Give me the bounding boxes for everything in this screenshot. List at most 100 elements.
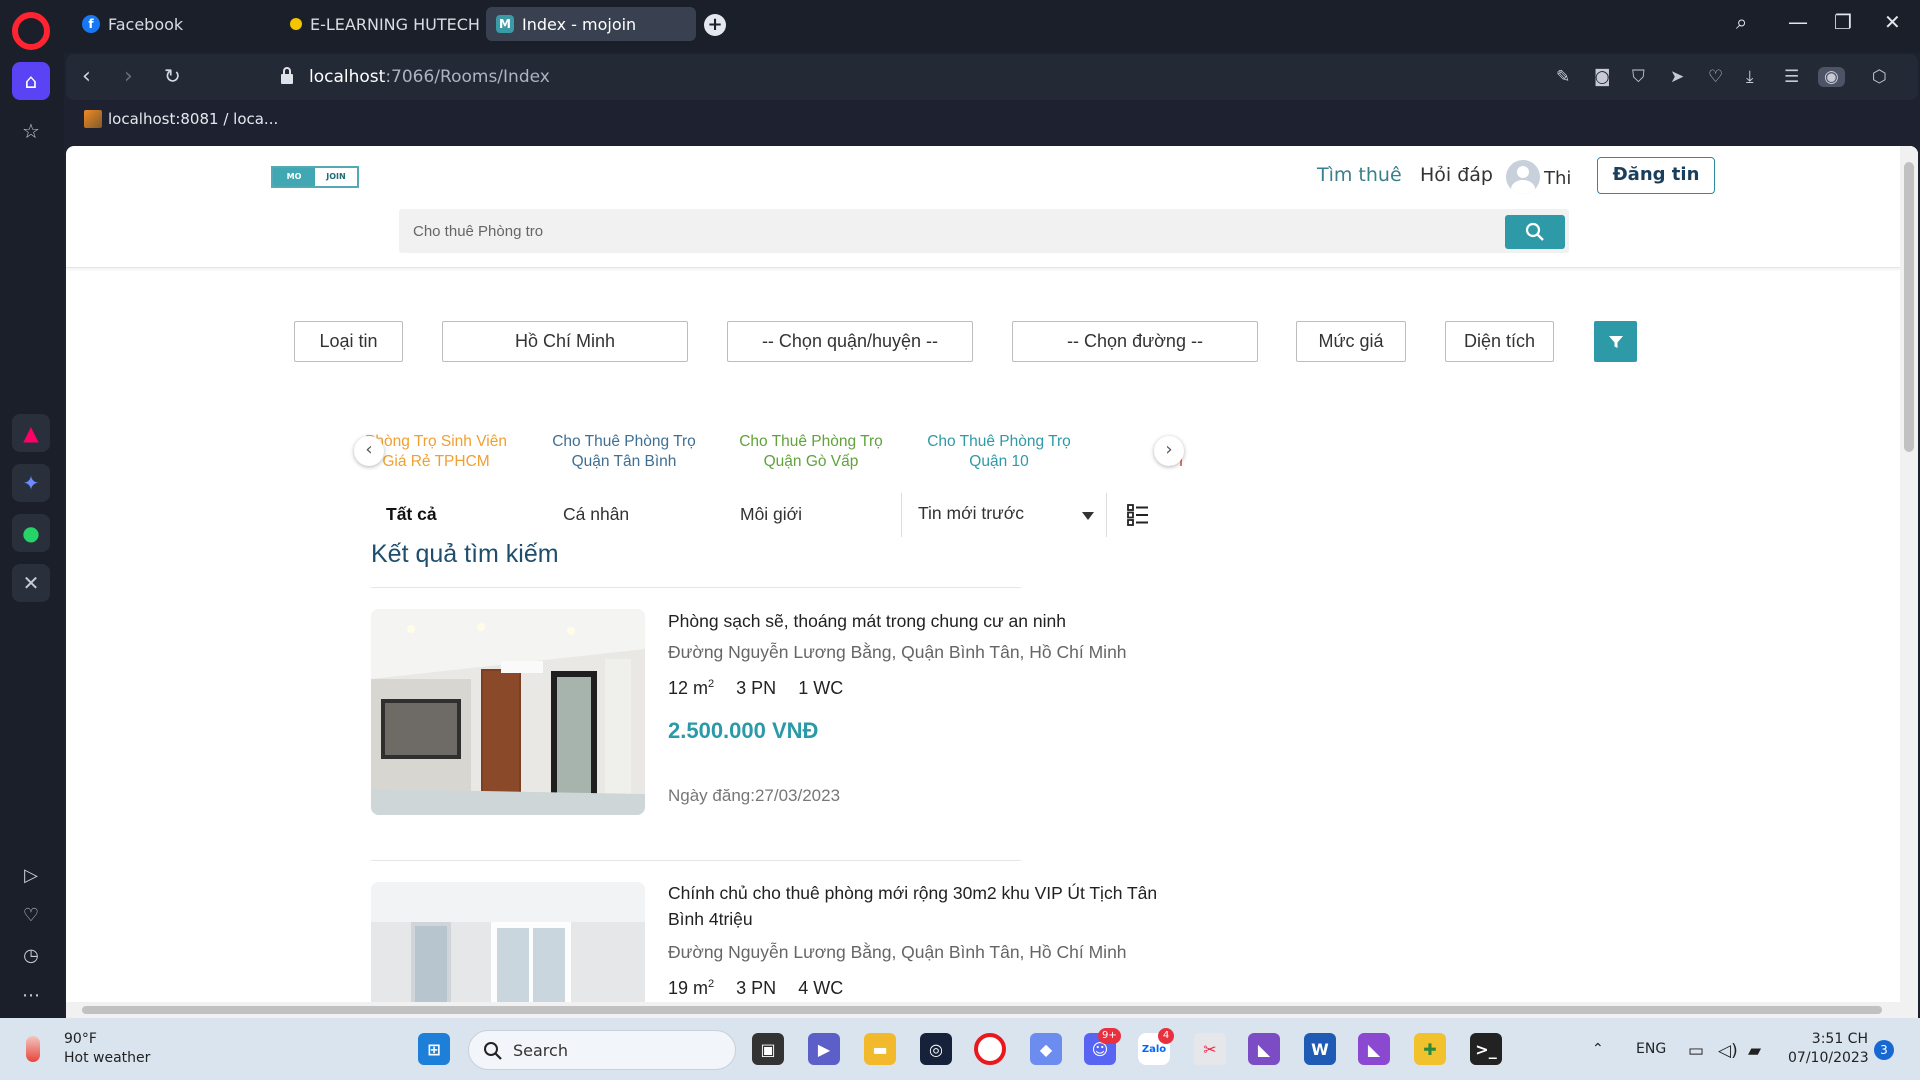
user-name[interactable]: Thi <box>1544 168 1571 189</box>
new-tab-button[interactable]: + <box>704 14 726 36</box>
tab-broker[interactable]: Môi giới <box>740 504 802 525</box>
taskbar-search[interactable]: Search <box>468 1030 736 1070</box>
network-icon[interactable]: ▭ <box>1688 1041 1704 1061</box>
zalo-badge: 4 <box>1158 1028 1174 1044</box>
scroll-thumb[interactable] <box>82 1006 1882 1014</box>
nav-rent[interactable]: Tìm thuê <box>1317 164 1402 186</box>
reload-icon[interactable]: ↻ <box>164 64 181 88</box>
thermometer-icon[interactable] <box>26 1036 40 1062</box>
messenger-icon[interactable]: ✦ <box>12 464 50 502</box>
star-icon[interactable]: ☆ <box>12 112 50 150</box>
tab-facebook[interactable]: f Facebook <box>72 7 272 41</box>
download-icon[interactable]: ⤓ <box>1746 67 1754 87</box>
camera-icon[interactable]: ◙ <box>1594 67 1611 87</box>
vertical-scrollbar[interactable] <box>1900 146 1918 1018</box>
teams-icon[interactable]: ▶ <box>808 1033 840 1065</box>
scroll-thumb[interactable] <box>1904 162 1914 452</box>
funnel-icon <box>1608 335 1623 348</box>
tab-mojoin[interactable]: M Index - mojoin <box>486 7 696 41</box>
category-item[interactable]: Cho Thuê Phòng Trọ Quận Gò Vấp <box>731 432 891 472</box>
search-button[interactable] <box>1505 215 1565 249</box>
battery-icon[interactable]: ▰ <box>1748 1041 1761 1061</box>
visual-studio-2-icon[interactable]: ◣ <box>1358 1033 1390 1065</box>
search-icon <box>1525 222 1544 241</box>
aria-icon[interactable]: ▲ <box>12 414 50 452</box>
site-logo[interactable]: MO JOIN <box>271 166 359 188</box>
forward-icon[interactable]: › <box>124 64 133 89</box>
tray-chevron-icon[interactable]: ⌃ <box>1592 1041 1604 1057</box>
listing-area: 12 m2 <box>668 678 715 698</box>
easy-setup-icon[interactable]: ☰ <box>1784 67 1799 87</box>
file-explorer-icon[interactable]: ▬ <box>864 1033 896 1065</box>
category-item[interactable]: Cho Thuê Phòng Trọ Quận 10 <box>919 432 1079 472</box>
carousel-next-button[interactable]: › <box>1154 436 1184 466</box>
tab-all[interactable]: Tất cả <box>386 504 437 525</box>
lock-icon <box>281 67 293 84</box>
volume-icon[interactable]: ◁) <box>1718 1041 1738 1061</box>
filter-street[interactable]: -- Chọn đường -- <box>1012 321 1258 362</box>
heart-icon[interactable]: ♡ <box>12 896 50 934</box>
player-icon[interactable]: ▷ <box>12 856 50 894</box>
carousel-prev-button[interactable]: ‹ <box>354 436 384 466</box>
listing-photo[interactable] <box>371 609 645 815</box>
restore-button[interactable]: ❐ <box>1834 10 1852 34</box>
post-listing-button[interactable]: Đăng tin <box>1597 157 1715 194</box>
search-input[interactable] <box>399 209 1509 253</box>
snapshot-edit-icon[interactable]: ✎ <box>1556 67 1570 87</box>
avatar[interactable] <box>1506 160 1540 194</box>
pycharm-icon[interactable]: ✚ <box>1414 1033 1446 1065</box>
close-window-button[interactable]: ✕ <box>1884 10 1901 34</box>
send-icon[interactable]: ➤ <box>1670 67 1684 87</box>
history-icon[interactable]: ◷ <box>12 936 50 974</box>
visual-studio-icon[interactable]: ◣ <box>1248 1033 1280 1065</box>
extensions-icon[interactable]: ⬡ <box>1872 67 1887 87</box>
opera-logo-icon[interactable] <box>12 12 50 50</box>
url-field[interactable]: localhost:7066/Rooms/Index <box>309 67 550 87</box>
profile-icon[interactable]: ◉ <box>1818 67 1845 87</box>
tab-elearning[interactable]: E-LEARNING HUTECH : [2 <box>280 7 480 41</box>
listing-wc: 1 WC <box>798 678 844 698</box>
horizontal-scrollbar[interactable] <box>66 1002 1900 1018</box>
listing-date: Ngày đăng:27/03/2023 <box>668 786 841 805</box>
steam-icon[interactable]: ◎ <box>920 1033 952 1065</box>
filter-price[interactable]: Mức giá <box>1296 321 1406 362</box>
language-indicator[interactable]: ENG <box>1636 1041 1666 1057</box>
word-icon[interactable]: W <box>1304 1033 1336 1065</box>
nav-faq[interactable]: Hỏi đáp <box>1420 164 1493 186</box>
weather-widget[interactable]: 90°F Hot weather <box>64 1030 150 1068</box>
notification-badge[interactable]: 3 <box>1874 1040 1894 1060</box>
heart-icon[interactable]: ♡ <box>1708 67 1723 87</box>
app-icon[interactable]: ◆ <box>1030 1033 1062 1065</box>
listing-specs: 19 m2 3 PN 4 WC <box>668 978 865 999</box>
filter-area[interactable]: Diện tích <box>1445 321 1554 362</box>
back-icon[interactable]: ‹ <box>82 64 91 89</box>
listing-photo[interactable] <box>371 882 645 1018</box>
list-view-icon[interactable] <box>1127 504 1149 526</box>
listing-title[interactable]: Chính chủ cho thuê phòng mới rộng 30m2 k… <box>668 880 1158 932</box>
clock[interactable]: 3:51 CH 07/10/2023 <box>1788 1030 1869 1068</box>
more-icon[interactable]: ⋯ <box>12 976 50 1014</box>
windows-start-icon[interactable]: ⊞ <box>418 1033 450 1065</box>
home-icon[interactable]: ⌂ <box>12 62 50 100</box>
search-tabs-icon[interactable]: ⌕ <box>1736 10 1747 34</box>
terminal-icon[interactable]: >_ <box>1470 1033 1502 1065</box>
task-view-icon[interactable]: ▣ <box>752 1033 784 1065</box>
filter-type[interactable]: Loại tin <box>294 321 403 362</box>
category-item[interactable]: Cho Thuê Phòng Trọ Quận Tân Bình <box>544 432 704 472</box>
shield-icon[interactable]: ⛉ <box>1632 67 1645 87</box>
filter-district[interactable]: -- Chọn quận/huyện -- <box>727 321 973 362</box>
apply-filter-button[interactable] <box>1594 321 1637 362</box>
whatsapp-icon[interactable]: ● <box>12 514 50 552</box>
listing-title[interactable]: Phòng sạch sẽ, thoáng mát trong chung cư… <box>668 608 1158 634</box>
minimize-button[interactable]: — <box>1788 10 1808 34</box>
x-twitter-icon[interactable]: ✕ <box>12 564 50 602</box>
filter-city[interactable]: Hồ Chí Minh <box>442 321 688 362</box>
web-viewport: MO JOIN Tìm thuê Hỏi đáp Thi Đăng tin Lo… <box>66 146 1918 1018</box>
bookmark-phpmyadmin[interactable]: localhost:8081 / loca... <box>84 110 278 128</box>
opera-taskbar-icon[interactable] <box>974 1033 1006 1065</box>
listing-bedrooms: 3 PN <box>736 978 777 998</box>
snipping-tool-icon[interactable]: ✂ <box>1194 1033 1226 1065</box>
sort-select[interactable]: Tin mới trước <box>901 493 1107 537</box>
listing-address: Đường Nguyễn Lương Bằng, Quận Bình Tân, … <box>668 942 1127 962</box>
tab-personal[interactable]: Cá nhân <box>563 504 629 525</box>
